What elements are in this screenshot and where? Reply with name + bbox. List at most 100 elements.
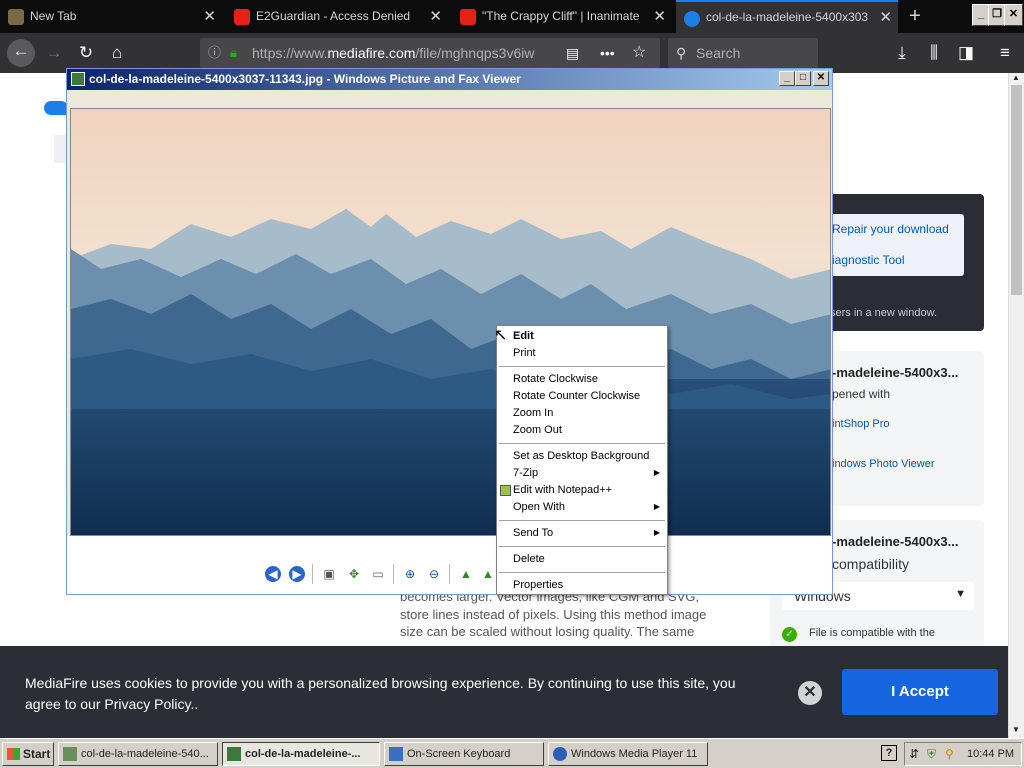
system-tray: ? ⇵ ⛨ ⚲ 10:44 PM (881, 742, 1022, 766)
tab-mediafire[interactable]: col-de-la-madeleine-5400x3037-1 ✕ (676, 0, 898, 33)
rotate-counter-icon[interactable]: ▲ (480, 566, 496, 582)
library-icon[interactable]: ⫼ (922, 41, 946, 65)
url-prefix: https://www. (252, 45, 328, 61)
search-input[interactable]: ⚲ Search (668, 38, 818, 68)
more-actions-icon[interactable]: ••• (600, 38, 615, 68)
menu-item-rotate-clockwise[interactable]: Rotate Clockwise (513, 373, 598, 385)
menu-icon[interactable]: ≡ (993, 41, 1017, 65)
mountain-image (70, 108, 831, 536)
back-button[interactable]: ← (7, 39, 35, 67)
page-scrollbar[interactable]: ▲ ▼ (1008, 73, 1024, 738)
navigation-toolbar: ← → ↻ ⌂ ⓘ 🔒︎ https://www.mediafire.com/f… (0, 33, 1024, 73)
forward-button[interactable]: → (42, 41, 66, 65)
close-icon[interactable]: ✕ (653, 0, 666, 33)
menu-item-open-with[interactable]: Open With (513, 501, 565, 513)
toolbar-divider (449, 564, 450, 584)
previous-image-icon[interactable]: ◀ (265, 566, 281, 582)
url-domain: mediafire.com (327, 45, 416, 61)
scroll-up-icon[interactable]: ▲ (1012, 73, 1020, 82)
menu-item-send-to[interactable]: Send To (513, 527, 553, 539)
menu-item-zoom-out[interactable]: Zoom Out (513, 424, 562, 436)
menu-item-zoom-in[interactable]: Zoom In (513, 407, 553, 419)
photo-viewer-link[interactable]: indows Photo Viewer (832, 458, 935, 470)
minimize-button[interactable]: _ (779, 71, 795, 86)
downloads-icon[interactable]: ⤓ (890, 41, 914, 65)
menu-separator (499, 443, 665, 445)
clock: 10:44 PM (967, 748, 1015, 760)
youtube-icon (460, 9, 476, 25)
browser-tab-bar: New Tab ✕ E2Guardian - Access Denied ✕ "… (0, 0, 1024, 33)
search-tray-icon[interactable]: ⚲ (945, 743, 954, 765)
accept-button[interactable]: I Accept (842, 669, 998, 715)
task-button-image-2[interactable]: col-de-la-madeleine-... (222, 742, 380, 766)
next-image-icon[interactable]: ▶ (289, 566, 305, 582)
tab-label: "The Crappy Cliff" | Inanimate Ins (482, 9, 642, 23)
best-fit-icon[interactable]: ▣ (321, 566, 337, 582)
menu-item-set-desktop-background[interactable]: Set as Desktop Background (513, 450, 649, 462)
task-label: col-de-la-madeleine-... (245, 748, 361, 760)
start-button[interactable]: Start (2, 742, 54, 766)
rotate-clockwise-icon[interactable]: ▲ (458, 566, 474, 582)
slideshow-icon[interactable]: ▭ (370, 566, 386, 582)
mediafire-logo (44, 101, 68, 115)
taskbar: Start col-de-la-madeleine-540... col-de-… (0, 738, 1024, 768)
menu-item-delete[interactable]: Delete (513, 553, 545, 565)
actual-size-icon[interactable]: ✥ (346, 566, 362, 582)
home-button[interactable]: ⌂ (105, 41, 129, 65)
task-button-image-1[interactable]: col-de-la-madeleine-540... (58, 742, 218, 766)
close-icon[interactable]: ✕ (798, 681, 822, 705)
tab-crappy-cliff[interactable]: "The Crappy Cliff" | Inanimate Ins ✕ (452, 0, 672, 33)
picture-viewer-window: col-de-la-madeleine-5400x3037-11343.jpg … (66, 68, 833, 595)
network-icon[interactable]: ⇵ (909, 743, 919, 765)
reload-button[interactable]: ↻ (74, 41, 98, 65)
help-icon[interactable]: ? (881, 745, 897, 761)
lock-icon: 🔒︎ (230, 45, 237, 60)
maximize-button[interactable]: □ (795, 71, 811, 86)
tab-new-tab[interactable]: New Tab ✕ (0, 0, 222, 33)
mouse-cursor-icon: ↖ (494, 327, 508, 344)
menu-item-print[interactable]: Print (513, 347, 536, 359)
reader-view-icon[interactable]: ▤ (566, 38, 579, 68)
security-icon[interactable]: ⛨ (927, 743, 936, 765)
mediafire-icon (684, 11, 700, 27)
viewer-title: col-de-la-madeleine-5400x3037-11343.jpg … (89, 72, 521, 86)
article-line: size can be scaled without losing qualit… (400, 624, 695, 639)
menu-item-7zip[interactable]: 7-Zip (513, 467, 538, 479)
close-button[interactable]: ✕ (813, 71, 829, 86)
viewer-toolbar: ◀ ▶ ▣ ✥ ▭ ⊕ ⊖ ▲ ▲ (67, 536, 832, 594)
youtube-icon (234, 9, 250, 25)
toolbar-divider (312, 564, 313, 584)
close-window-button[interactable]: ✕ (1004, 4, 1023, 26)
diagnostic-tool-link[interactable]: iagnostic Tool (832, 253, 905, 267)
new-tab-button[interactable]: + (902, 0, 928, 33)
menu-item-edit[interactable]: Edit (513, 330, 534, 342)
paintshop-link[interactable]: intShop Pro (832, 418, 889, 430)
info-icon[interactable]: ⓘ (208, 38, 221, 68)
menu-item-rotate-counter-clockwise[interactable]: Rotate Counter Clockwise (513, 390, 640, 402)
zoom-in-icon[interactable]: ⊕ (402, 566, 418, 582)
menu-item-edit-notepad[interactable]: Edit with Notepad++ (513, 484, 612, 496)
scroll-down-icon[interactable]: ▼ (1012, 725, 1020, 734)
bookmark-star-icon[interactable]: ☆ (632, 38, 646, 68)
close-icon[interactable]: ✕ (203, 0, 216, 33)
search-placeholder: Search (696, 45, 741, 61)
task-label: On-Screen Keyboard (407, 748, 511, 760)
task-button-media-player[interactable]: Windows Media Player 11 (548, 742, 708, 766)
close-icon[interactable]: ✕ (879, 2, 892, 33)
task-button-keyboard[interactable]: On-Screen Keyboard (384, 742, 544, 766)
raccoon-icon (8, 9, 24, 25)
repair-download-link[interactable]: Repair your download (832, 222, 949, 236)
viewer-title-bar[interactable]: col-de-la-madeleine-5400x3037-11343.jpg … (67, 69, 832, 90)
scrollbar-thumb[interactable] (1011, 85, 1022, 295)
url-bar[interactable]: ⓘ 🔒︎ https://www.mediafire.com/file/mghn… (200, 38, 660, 68)
picture-icon (71, 72, 85, 86)
compat-note: File is compatible with the (809, 627, 935, 639)
zoom-out-icon[interactable]: ⊖ (426, 566, 442, 582)
close-icon[interactable]: ✕ (429, 0, 442, 33)
new-window-note: sers in a new window. (830, 307, 937, 319)
context-menu: Edit Print Rotate Clockwise Rotate Count… (496, 325, 668, 595)
sidebar-icon[interactable]: ◨ (954, 41, 978, 65)
menu-item-properties[interactable]: Properties (513, 579, 563, 591)
article-line: store lines instead of pixels. Using thi… (400, 606, 707, 622)
tab-e2guardian[interactable]: E2Guardian - Access Denied ✕ (226, 0, 448, 33)
